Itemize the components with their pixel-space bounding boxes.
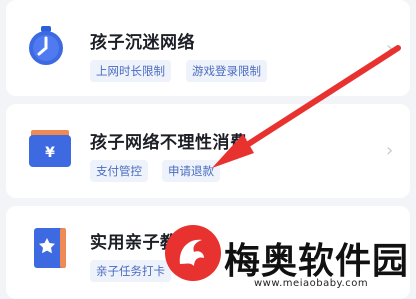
yuan-wallet-icon: ¥ xyxy=(28,126,72,170)
tag-request-refund[interactable]: 申请退款 xyxy=(162,160,220,182)
svg-text:¥: ¥ xyxy=(45,145,55,161)
watermark: 梅奥软件园 www.meiaobaby.com xyxy=(150,222,416,299)
watermark-url: www.meiaobaby.com xyxy=(254,278,369,289)
tag-time-limit[interactable]: 上网时长限制 xyxy=(90,60,171,82)
feature-card-irrational-spending[interactable]: ¥ 孩子网络不理性消费 支付管控 申请退款 › xyxy=(6,104,410,198)
feature-card-internet-addiction[interactable]: 孩子沉迷网络 上网时长限制 游戏登录限制 › xyxy=(6,0,410,96)
watermark-name: 梅奥软件园 xyxy=(224,241,410,282)
tag-game-login-limit[interactable]: 游戏登录限制 xyxy=(186,60,267,82)
feature-title: 孩子沉迷网络 xyxy=(90,33,195,53)
chevron-right-icon: › xyxy=(386,140,394,161)
alarm-clock-icon xyxy=(24,24,68,68)
tag-payment-control[interactable]: 支付管控 xyxy=(90,160,148,182)
dragon-logo xyxy=(165,225,221,281)
feature-title: 孩子网络不理性消费 xyxy=(90,133,248,153)
chevron-right-icon: › xyxy=(386,38,394,59)
star-book-icon xyxy=(28,226,72,270)
